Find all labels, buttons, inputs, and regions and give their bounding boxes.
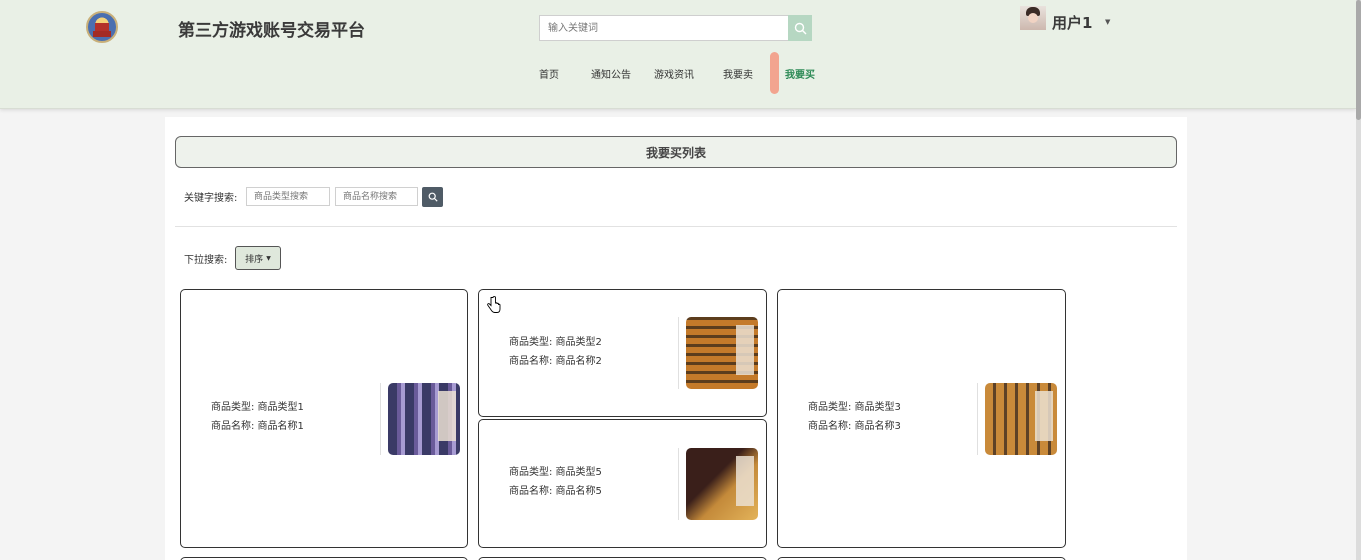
list-title: 我要买列表 [175, 136, 1177, 168]
site-logo[interactable] [86, 11, 118, 43]
nav-home[interactable]: 首页 [539, 66, 559, 81]
product-card[interactable]: 商品类型: 商品类型2 商品名称: 商品名称2 [478, 289, 767, 417]
product-card[interactable]: 商品类型: 商品类型1 商品名称: 商品名称1 [180, 289, 468, 548]
user-avatar[interactable] [1020, 6, 1046, 30]
sort-dropdown[interactable]: 排序 ▼ [235, 246, 281, 270]
product-name-text: 商品名称: 商品名称5 [509, 486, 602, 497]
product-name-search-input[interactable] [335, 187, 418, 206]
product-card[interactable]: 商品类型: 商品类型5 商品名称: 商品名称5 [478, 419, 767, 548]
hand-cursor-icon [487, 296, 501, 313]
divider [175, 226, 1177, 227]
sort-label: 排序 [245, 254, 264, 265]
product-image[interactable] [985, 383, 1057, 455]
product-type-search-input[interactable] [246, 187, 330, 206]
scrollbar-thumb[interactable] [1356, 0, 1361, 120]
site-title: 第三方游戏账号交易平台 [178, 21, 365, 41]
username[interactable]: 用户1 [1052, 12, 1092, 33]
product-image[interactable] [686, 448, 758, 520]
product-image[interactable] [388, 383, 460, 455]
nav-buy[interactable]: 我要买 [785, 66, 815, 81]
card-divider [678, 317, 679, 389]
search-icon [428, 192, 438, 202]
header-search-input[interactable] [539, 15, 789, 41]
product-type-text: 商品类型: 商品类型5 [509, 467, 602, 478]
product-name-text: 商品名称: 商品名称3 [808, 421, 901, 432]
nav-sell[interactable]: 我要卖 [723, 66, 753, 81]
product-type-text: 商品类型: 商品类型2 [509, 337, 602, 348]
product-name-text: 商品名称: 商品名称1 [211, 421, 304, 432]
nav-announcements[interactable]: 通知公告 [591, 66, 631, 81]
caret-down-icon: ▼ [266, 254, 271, 262]
product-card[interactable]: 商品类型: 商品类型3 商品名称: 商品名称3 [777, 289, 1066, 548]
card-divider [977, 383, 978, 455]
nav-game-news[interactable]: 游戏资讯 [654, 66, 694, 81]
caret-down-icon[interactable]: ▼ [1105, 18, 1110, 26]
keyword-search-label: 关键字搜索: [184, 193, 238, 204]
filter-search-button[interactable] [422, 187, 443, 207]
card-divider [380, 383, 381, 455]
product-name-text: 商品名称: 商品名称2 [509, 356, 602, 367]
product-type-text: 商品类型: 商品类型3 [808, 402, 901, 413]
page-scrollbar[interactable] [1356, 0, 1361, 560]
card-divider [678, 448, 679, 520]
dropdown-search-label: 下拉搜索: [184, 255, 228, 266]
search-icon [794, 22, 806, 34]
product-type-text: 商品类型: 商品类型1 [211, 402, 304, 413]
nav-active-indicator [770, 52, 779, 94]
product-image[interactable] [686, 317, 758, 389]
header-search-button[interactable] [788, 15, 812, 41]
